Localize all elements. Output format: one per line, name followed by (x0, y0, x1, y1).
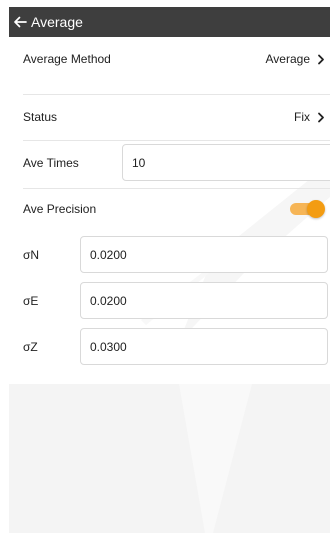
status-row[interactable]: Status Fix (23, 95, 330, 139)
sigma-z-input[interactable]: 0.0300 (80, 328, 328, 365)
ave-times-value: 10 (132, 155, 146, 170)
status-value: Fix (294, 110, 310, 124)
average-method-row[interactable]: Average Method Average (23, 37, 330, 81)
sigma-n-label: σN (23, 247, 40, 262)
ave-precision-label: Ave Precision (23, 202, 97, 216)
sigma-z-value: 0.0300 (90, 339, 127, 354)
ave-times-label: Ave Times (23, 156, 79, 170)
watermark-logo (179, 384, 252, 533)
ave-times-input[interactable]: 10 (122, 144, 330, 181)
page-title: Average (31, 14, 83, 30)
chevron-right-icon (316, 53, 326, 65)
arrow-left-icon (14, 16, 27, 28)
sigma-e-value: 0.0200 (90, 293, 127, 308)
empty-area (9, 384, 330, 533)
sigma-e-label: σE (23, 293, 39, 308)
settings-panel: Average Method Average Status Fix Ave Ti… (9, 37, 330, 384)
sigma-n-input[interactable]: 0.0200 (80, 236, 328, 273)
app-bar: Average (9, 7, 330, 37)
average-method-value: Average (265, 52, 310, 66)
sigma-n-value: 0.0200 (90, 247, 127, 262)
toggle-thumb (307, 200, 325, 218)
sigma-e-input[interactable]: 0.0200 (80, 282, 328, 319)
average-method-label: Average Method (23, 52, 111, 66)
ave-precision-row: Ave Precision (23, 189, 330, 229)
back-button[interactable] (13, 15, 27, 29)
screen: Average Average Method Average Status Fi… (9, 7, 330, 533)
ave-precision-toggle[interactable] (290, 200, 325, 218)
sigma-z-label: σZ (23, 339, 38, 354)
status-label: Status (23, 110, 58, 124)
chevron-right-icon (316, 111, 326, 123)
